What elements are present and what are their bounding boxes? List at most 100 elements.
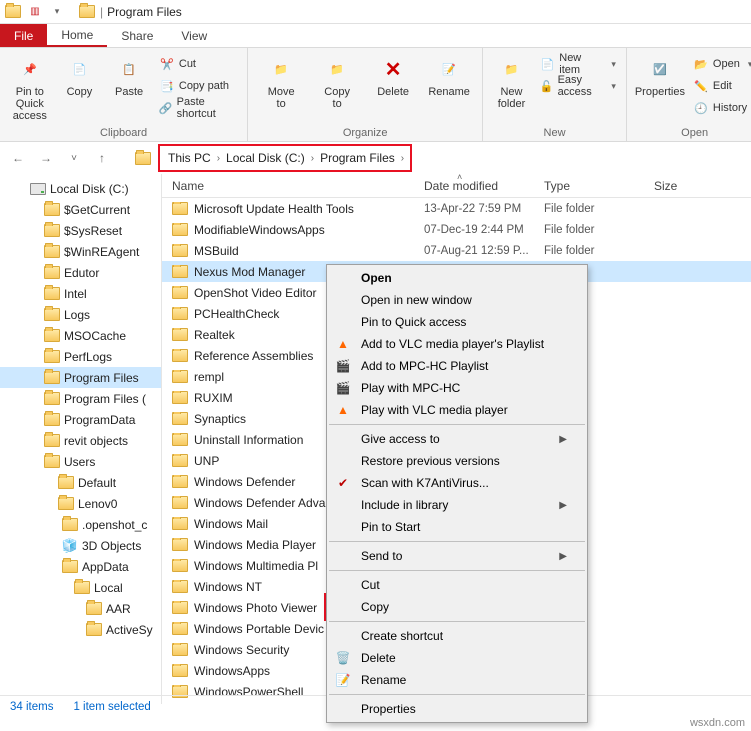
rename-button[interactable]: 📝Rename [424, 52, 474, 98]
column-name[interactable]: Name [162, 174, 424, 197]
chevron-right-icon[interactable]: › [311, 153, 314, 164]
tree-item[interactable]: Edutor [0, 262, 161, 283]
move-to-button[interactable]: 📁Move to [256, 52, 306, 110]
chevron-right-icon[interactable]: › [401, 153, 404, 164]
menu-vlc-play[interactable]: ▲Play with VLC media player [327, 399, 587, 421]
menu-open-new-window[interactable]: Open in new window [327, 289, 587, 311]
delete-button[interactable]: ✕Delete [368, 52, 418, 98]
file-name: PCHealthCheck [194, 307, 279, 321]
tree-item[interactable]: Users [0, 451, 161, 472]
file-date: 07-Dec-19 2:44 PM [424, 224, 544, 236]
history-button[interactable]: 🕘History [691, 98, 751, 118]
tree-item[interactable]: .openshot_c [0, 514, 161, 535]
column-date[interactable]: Date modified [424, 174, 544, 197]
column-type[interactable]: Type [544, 174, 654, 197]
menu-create-shortcut[interactable]: Create shortcut [327, 625, 587, 647]
tree-item[interactable]: Local Disk (C:) [0, 178, 161, 199]
tree-item[interactable]: PerfLogs [0, 346, 161, 367]
forward-button[interactable]: → [36, 148, 56, 168]
file-row[interactable]: ModifiableWindowsApps07-Dec-19 2:44 PMFi… [162, 219, 751, 240]
file-row[interactable]: MSBuild07-Aug-21 12:59 P...File folder [162, 240, 751, 261]
ribbon-group-clipboard: 📌Pin to Quick access 📄Copy 📋Paste ✂️Cut … [0, 48, 248, 141]
navigation-bar: ← → ˅ ↑ This PC › Local Disk (C:) › Prog… [0, 142, 751, 174]
column-size[interactable]: Size [654, 174, 751, 197]
tree-item[interactable]: Intel [0, 283, 161, 304]
tree-item[interactable]: Program Files ( [0, 388, 161, 409]
newfolder-icon: 📁 [498, 56, 526, 84]
tree-item[interactable]: Lenov0 [0, 493, 161, 514]
edit-button[interactable]: ✏️Edit [691, 76, 751, 96]
titlebar: ▥ ▾ | Program Files [0, 0, 751, 24]
tree-item[interactable]: $GetCurrent [0, 199, 161, 220]
crumb-this-pc[interactable]: This PC [166, 151, 213, 165]
copy-button[interactable]: 📄Copy [58, 52, 102, 98]
menu-pin-quick-access[interactable]: Pin to Quick access [327, 311, 587, 333]
copy-to-button[interactable]: 📁Copy to [312, 52, 362, 110]
cut-button[interactable]: ✂️Cut [157, 54, 239, 74]
tab-share[interactable]: Share [107, 24, 167, 47]
tree-item[interactable]: Program Files [0, 367, 161, 388]
menu-include-library[interactable]: Include in library▶ [327, 494, 587, 516]
navigation-pane[interactable]: Local Disk (C:)$GetCurrent$SysReset$WinR… [0, 174, 162, 704]
paste-shortcut-button[interactable]: 🔗Paste shortcut [157, 98, 239, 118]
folder-icon [172, 286, 188, 299]
tree-item[interactable]: 🧊3D Objects [0, 535, 161, 556]
menu-restore-versions[interactable]: Restore previous versions [327, 450, 587, 472]
menu-cut[interactable]: Cut [327, 574, 587, 596]
context-menu: Open Open in new window Pin to Quick acc… [326, 264, 588, 723]
tab-home[interactable]: Home [47, 24, 107, 47]
properties-button[interactable]: ☑️Properties [635, 52, 685, 98]
menu-vlc-add[interactable]: ▲Add to VLC media player's Playlist [327, 333, 587, 355]
tree-item-label: Local [94, 581, 123, 595]
menu-delete[interactable]: 🗑️Delete [327, 647, 587, 669]
menu-send-to[interactable]: Send to▶ [327, 545, 587, 567]
menu-properties[interactable]: Properties [327, 698, 587, 720]
pin-quick-access-button[interactable]: 📌Pin to Quick access [8, 52, 52, 122]
file-name: OpenShot Video Editor [194, 286, 317, 300]
folder-icon [134, 149, 152, 167]
tree-item[interactable]: Local [0, 577, 161, 598]
tree-item[interactable]: $WinREAgent [0, 241, 161, 262]
menu-mpc-play[interactable]: 🎬Play with MPC-HC [327, 377, 587, 399]
folder-icon [44, 433, 60, 449]
menu-open[interactable]: Open [327, 267, 587, 289]
tree-item[interactable]: MSOCache [0, 325, 161, 346]
open-button[interactable]: 📂Open▾ [691, 54, 751, 74]
recent-dropdown[interactable]: ˅ [64, 148, 84, 168]
folder-icon [4, 3, 22, 21]
file-row[interactable]: Microsoft Update Health Tools13-Apr-22 7… [162, 198, 751, 219]
menu-mpc-add[interactable]: 🎬Add to MPC-HC Playlist [327, 355, 587, 377]
tree-item[interactable]: AppData [0, 556, 161, 577]
menu-give-access[interactable]: Give access to▶ [327, 428, 587, 450]
crumb-folder[interactable]: Program Files [318, 151, 397, 165]
crumb-drive[interactable]: Local Disk (C:) [224, 151, 307, 165]
menu-rename[interactable]: 📝Rename [327, 669, 587, 691]
tree-item[interactable]: Default [0, 472, 161, 493]
tab-view[interactable]: View [167, 24, 221, 47]
menu-copy[interactable]: Copy [327, 596, 587, 618]
tree-item[interactable]: revit objects [0, 430, 161, 451]
tree-item[interactable]: ProgramData [0, 409, 161, 430]
rename-icon: 📝 [435, 56, 463, 84]
tree-item[interactable]: $SysReset [0, 220, 161, 241]
folder-icon [44, 307, 60, 323]
tree-item[interactable]: AAR [0, 598, 161, 619]
easy-access-button[interactable]: 🔓Easy access▾ [538, 76, 618, 96]
tab-file[interactable]: File [0, 24, 47, 47]
new-item-button[interactable]: 📄New item▾ [538, 54, 618, 74]
tree-item[interactable]: ActiveSy [0, 619, 161, 640]
copy-path-button[interactable]: 📑Copy path [157, 76, 239, 96]
qat-dropdown-icon[interactable]: ▾ [48, 3, 66, 21]
menu-pin-start[interactable]: Pin to Start [327, 516, 587, 538]
new-folder-button[interactable]: 📁New folder [491, 52, 532, 110]
back-button[interactable]: ← [8, 148, 28, 168]
tree-item[interactable]: Logs [0, 304, 161, 325]
paste-button[interactable]: 📋Paste [107, 52, 151, 98]
address-bar[interactable]: This PC › Local Disk (C:) › Program File… [160, 146, 410, 170]
chevron-right-icon[interactable]: › [217, 153, 220, 164]
qat-save-icon[interactable]: ▥ [26, 3, 44, 21]
up-button[interactable]: ↑ [92, 148, 112, 168]
menu-scan-antivirus[interactable]: ✔Scan with K7AntiVirus... [327, 472, 587, 494]
delete-icon: 🗑️ [335, 650, 351, 666]
file-name: Windows Multimedia Pl [194, 559, 318, 573]
